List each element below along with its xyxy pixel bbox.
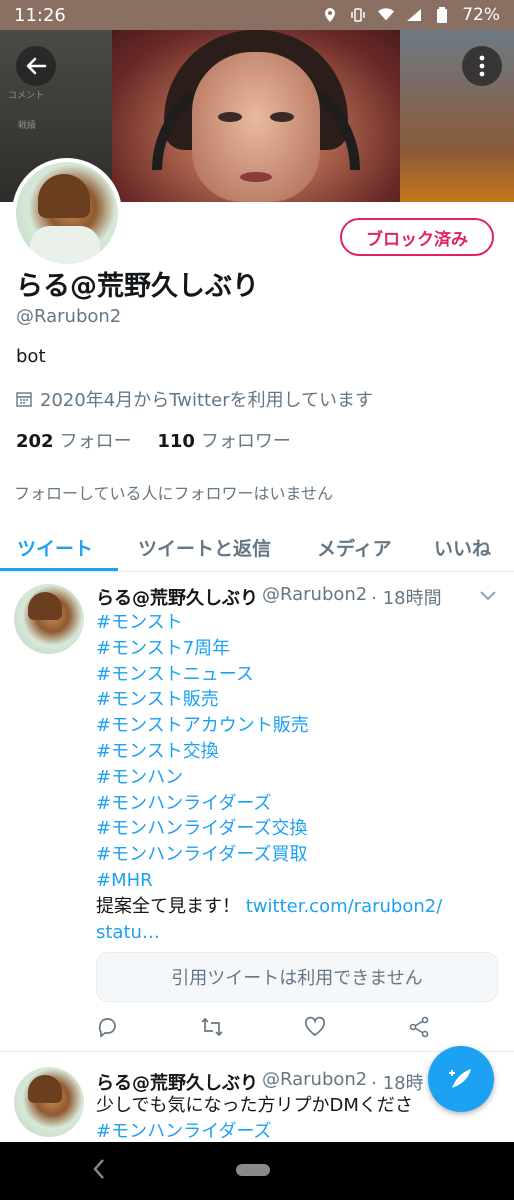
hashtag-link[interactable]: #モンスト [96,610,496,636]
tab-tweets-replies[interactable]: ツイートと返信 [138,522,271,572]
arrow-left-icon [26,57,47,75]
joined-text: 2020年4月からTwitterを利用しています [40,390,374,411]
vibrate-icon [350,7,366,23]
compose-tweet-button[interactable] [428,1046,494,1112]
profile-bio: bot [16,346,46,367]
hashtag-link[interactable]: #MHR [96,868,496,894]
following-count: 202 [16,431,54,452]
like-button[interactable] [304,1016,326,1042]
following-link[interactable]: 202 フォロー [16,431,132,452]
chevron-left-icon [93,1159,104,1179]
portrait-eye [218,112,242,122]
signal-icon [406,7,422,23]
tweet-author-name: らる@荒野久しぶり [96,1073,258,1094]
calendar-icon [16,392,32,407]
location-icon [322,7,338,23]
tweet-time: · 18時 [371,1073,424,1094]
portrait-lips [240,172,272,182]
avatar-hair [28,1075,62,1103]
tweet-actions [96,1016,436,1040]
more-vertical-icon [479,55,485,77]
reply-icon [98,1018,116,1038]
share-button[interactable] [408,1016,430,1042]
tweet-avatar[interactable] [14,1067,84,1137]
hashtag-link[interactable]: #モンスト交換 [96,739,496,765]
followers-link[interactable]: 110 フォロワー [157,431,291,452]
system-back-button[interactable] [92,1158,106,1184]
tweet-author-name: らる@荒野久しぶり [96,588,258,609]
wifi-icon [378,7,395,23]
tweet-url-link[interactable]: twitter.com/rarubon2/ [246,896,443,917]
compose-feather-icon [449,1069,471,1088]
banner-portrait [112,30,400,202]
quote-unavailable-box: 引用ツイートは利用できません [96,952,498,1002]
active-tab-indicator [0,568,118,571]
tweet-author-handle: @Rarubon2 [262,584,368,605]
display-name: らる@荒野久しぶり [16,271,259,302]
hashtag-link[interactable]: #モンストニュース [96,662,496,688]
portrait-eye [270,112,294,122]
system-nav-bar [0,1142,514,1200]
status-time: 11:26 [14,4,66,26]
hashtag-link[interactable]: #モンスト販売 [96,687,496,713]
tweet-menu-button[interactable] [480,586,496,605]
battery-level: 72% [462,5,500,25]
profile-avatar[interactable] [12,158,122,268]
avatar-hair [28,592,62,620]
hashtag-link[interactable]: #モンハン [96,765,496,791]
no-common-followers: フォローしている人にフォロワーはいません [14,484,334,503]
blocked-button[interactable]: ブロック済み [340,218,494,256]
tweet-header: らる@荒野久しぶり @Rarubon2 · 18時 [96,1069,424,1095]
chevron-down-icon [480,591,496,601]
banner-faint-text: 戦績 [18,121,37,131]
avatar-shirt [30,226,100,264]
hashtag-link[interactable]: #モンスト7周年 [96,636,496,662]
battery-icon [434,7,450,23]
tab-media[interactable]: メディア [317,522,392,572]
hashtag-link[interactable]: #モンハンライダーズ [96,791,496,817]
tweet-author-handle: @Rarubon2 [262,1069,368,1090]
profile-tabs: ツイート ツイートと返信 メディア いいね [0,522,514,572]
joined-date: 2020年4月からTwitterを利用しています [16,386,373,412]
reply-button[interactable] [96,1016,118,1042]
tweet-header: らる@荒野久しぶり @Rarubon2 · 18時間 [96,584,442,610]
more-options-button[interactable] [462,46,502,86]
followers-label: フォロワー [200,431,291,452]
tweet-avatar[interactable] [14,584,84,654]
tab-tweets[interactable]: ツイート [17,522,93,572]
share-icon [409,1016,429,1038]
tab-likes[interactable]: いいね [434,522,491,572]
back-button[interactable] [16,46,56,86]
home-pill[interactable] [236,1164,270,1176]
status-bar: 11:26 72% [0,0,514,30]
tweet-text-line: 提案全て見ます！ twitter.com/rarubon2/ [96,894,496,920]
hashtag-link[interactable]: #モンハンライダーズ交換 [96,816,496,842]
tweet-url-link-cont[interactable]: statu… [96,922,160,943]
tweet-body: #モンスト #モンスト7周年 #モンストニュース #モンスト販売 #モンストアカ… [96,610,496,945]
hashtag-link[interactable]: #モンハンライダーズ買取 [96,842,496,868]
follow-stats: 202 フォロー 110 フォロワー [16,427,291,453]
followers-count: 110 [157,431,195,452]
following-label: フォロー [59,431,132,452]
tweet-text: 提案全て見ます！ [96,895,240,917]
hashtag-link[interactable]: #モンハンライダーズ [96,1119,496,1143]
tweet-time: · 18時間 [371,588,442,609]
avatar-hair [38,174,90,218]
banner-faint-text: コメント [8,91,45,101]
retweet-button[interactable] [200,1016,224,1042]
tweet[interactable]: らる@荒野久しぶり @Rarubon2 · 18時間 #モンスト #モンスト7周… [0,572,514,1052]
retweet-icon [201,1017,223,1037]
hashtag-link[interactable]: #モンストアカウント販売 [96,713,496,739]
user-handle: @Rarubon2 [16,306,122,327]
heart-icon [304,1016,326,1037]
